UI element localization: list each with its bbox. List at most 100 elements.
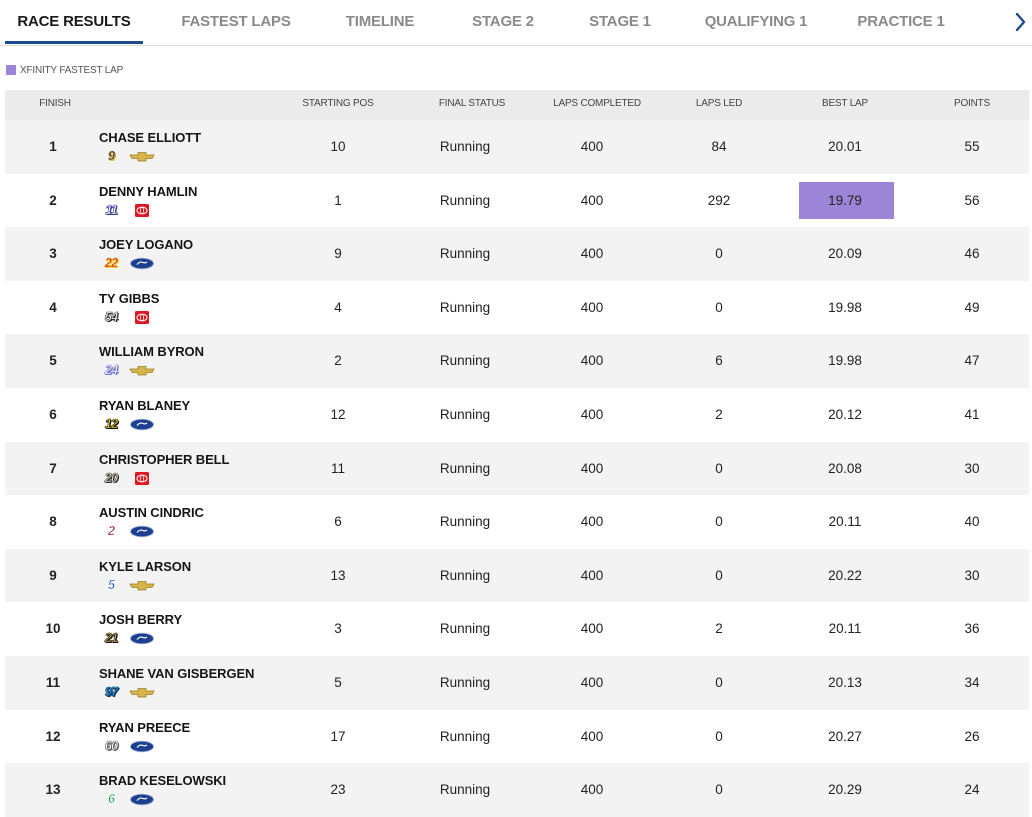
chevrolet-logo-icon [129,364,155,377]
chevron-right-icon[interactable] [1012,8,1030,36]
driver-name[interactable]: CHASE ELLIOTT [99,130,201,145]
table-row[interactable]: 3 JOEY LOGANO 22 9 Running 400 0 20.09 46 [5,227,1029,281]
driver-name[interactable]: SHANE VAN GISBERGEN [99,666,254,681]
car-number: 24 [104,362,118,378]
best-lap: 19.79 [828,192,862,208]
points: 41 [964,406,980,422]
tab-timeline[interactable]: TIMELINE [325,0,435,44]
points: 24 [964,782,980,798]
toyota-logo-icon [129,310,155,324]
points: 26 [964,728,980,744]
driver-name[interactable]: RYAN PREECE [99,720,190,735]
best-lap: 19.98 [828,299,862,315]
tab-practice-1[interactable]: PRACTICE 1 [845,0,957,44]
header-points[interactable]: POINTS [922,90,1022,118]
final-status: Running [439,192,491,208]
car-number: 11 [105,201,118,217]
car-number: 2 [107,523,116,539]
header-best-lap[interactable]: BEST LAP [795,90,895,118]
laps-led: 0 [715,246,723,262]
table-row[interactable]: 8 AUSTIN CINDRIC 2 6 Running 400 0 20.11 40 [5,495,1029,549]
points: 40 [964,514,980,530]
driver-name[interactable]: JOEY LOGANO [99,237,193,252]
ford-logo-icon [129,740,155,753]
driver-name[interactable]: RYAN BLANEY [99,398,190,413]
laps-led: 292 [707,192,731,208]
best-lap: 19.98 [828,353,862,369]
final-status: Running [439,621,491,637]
table-body: 1 CHASE ELLIOTT 9 10 Running 400 84 20.01 55 2 DEN… [5,120,1029,817]
best-lap: 20.09 [828,246,862,262]
fastest-lap-legend: XFINITY FASTEST LAP [6,64,123,76]
table-row[interactable]: 2 DENNY HAMLIN 11 1 Running 400 292 19.79 56 [5,174,1029,228]
header-final-status[interactable]: FINAL STATUS [422,90,522,118]
table-row[interactable]: 5 WILLIAM BYRON 24 2 Running 400 6 19.98 47 [5,334,1029,388]
table-row[interactable]: 9 KYLE LARSON 5 13 Running 400 0 20.22 30 [5,548,1029,603]
points: 34 [964,674,980,690]
starting-position: 23 [330,782,346,798]
best-lap: 20.01 [828,139,862,154]
table-row[interactable]: 12 RYAN PREECE 60 17 Running 400 0 20.27 26 [5,710,1029,764]
table-row[interactable]: 11 SHANE VAN GISBERGEN 97 5 Running 400 0 20.13… [5,655,1029,710]
driver-name[interactable]: CHRISTOPHER BELL [99,452,229,467]
driver-name[interactable]: AUSTIN CINDRIC [99,505,204,520]
driver-name[interactable]: TY GIBBS [99,291,159,306]
header-finish[interactable]: FINISH [5,90,105,118]
table-row[interactable]: 7 CHRISTOPHER BELL 20 11 Running 400 0 20.08 30 [5,441,1029,496]
header-starting-pos[interactable]: STARTING POS [288,90,388,118]
best-lap: 20.13 [828,674,862,690]
laps-completed: 400 [580,728,604,744]
table-row[interactable]: 1 CHASE ELLIOTT 9 10 Running 400 84 20.01 55 [5,120,1029,174]
laps-led: 0 [715,514,723,530]
finish-position: 9 [49,567,57,583]
laps-led: 84 [711,139,727,154]
car-number: 21 [104,630,118,646]
tab-race-results[interactable]: RACE RESULTS [5,0,143,44]
table-row[interactable]: 4 TY GIBBS 54 4 Running 400 0 19.98 49 [5,281,1029,335]
points: 30 [964,567,980,583]
header-laps-led[interactable]: LAPS LED [669,90,769,118]
best-lap: 20.11 [828,621,862,637]
laps-led: 6 [715,353,723,369]
driver-name[interactable]: BRAD KESELOWSKI [99,773,226,788]
results-table: FINISH STARTING POS FINAL STATUS LAPS CO… [5,90,1029,817]
table-row[interactable]: 10 JOSH BERRY 21 3 Running 400 2 20.11 36 [5,602,1029,656]
best-lap: 20.29 [828,782,862,798]
header-laps-completed[interactable]: LAPS COMPLETED [542,90,652,118]
final-status: Running [439,514,491,530]
laps-led: 0 [715,299,723,315]
finish-position: 1 [49,139,57,154]
tab-stage-1[interactable]: STAGE 1 [574,0,666,44]
starting-position: 9 [334,246,342,262]
starting-position: 17 [330,728,346,744]
table-row[interactable]: 6 RYAN BLANEY 12 12 Running 400 2 20.12 41 [5,388,1029,442]
legend-label: XFINITY FASTEST LAP [20,64,124,76]
legend-swatch [6,65,16,75]
driver-name[interactable]: WILLIAM BYRON [99,344,204,359]
final-status: Running [439,567,491,583]
laps-completed: 400 [580,674,604,690]
car-number: 5 [107,576,116,592]
finish-position: 4 [49,299,57,315]
tab-fastest-laps[interactable]: FASTEST LAPS [170,0,302,44]
final-status: Running [439,728,491,744]
finish-position: 12 [45,728,61,744]
laps-led: 0 [715,728,723,744]
starting-position: 6 [334,514,342,530]
table-row[interactable]: 13 BRAD KESELOWSKI 6 23 Running 400 0 20.29 24 [5,763,1029,817]
starting-position: 10 [330,139,346,154]
results-tabs: RACE RESULTS FASTEST LAPS TIMELINE STAGE… [0,0,1032,46]
ford-logo-icon [129,257,155,270]
driver-name[interactable]: KYLE LARSON [99,559,191,574]
tab-stage-2[interactable]: STAGE 2 [455,0,551,44]
final-status: Running [439,406,491,422]
car-number: 22 [104,255,118,271]
finish-position: 7 [49,460,57,476]
tab-qualifying-1[interactable]: QUALIFYING 1 [692,0,820,44]
laps-led: 2 [715,621,723,637]
driver-name[interactable]: JOSH BERRY [99,612,182,627]
ford-logo-icon [129,418,155,431]
starting-position: 13 [330,567,346,583]
car-number: 9 [107,148,116,163]
driver-name[interactable]: DENNY HAMLIN [99,184,197,199]
